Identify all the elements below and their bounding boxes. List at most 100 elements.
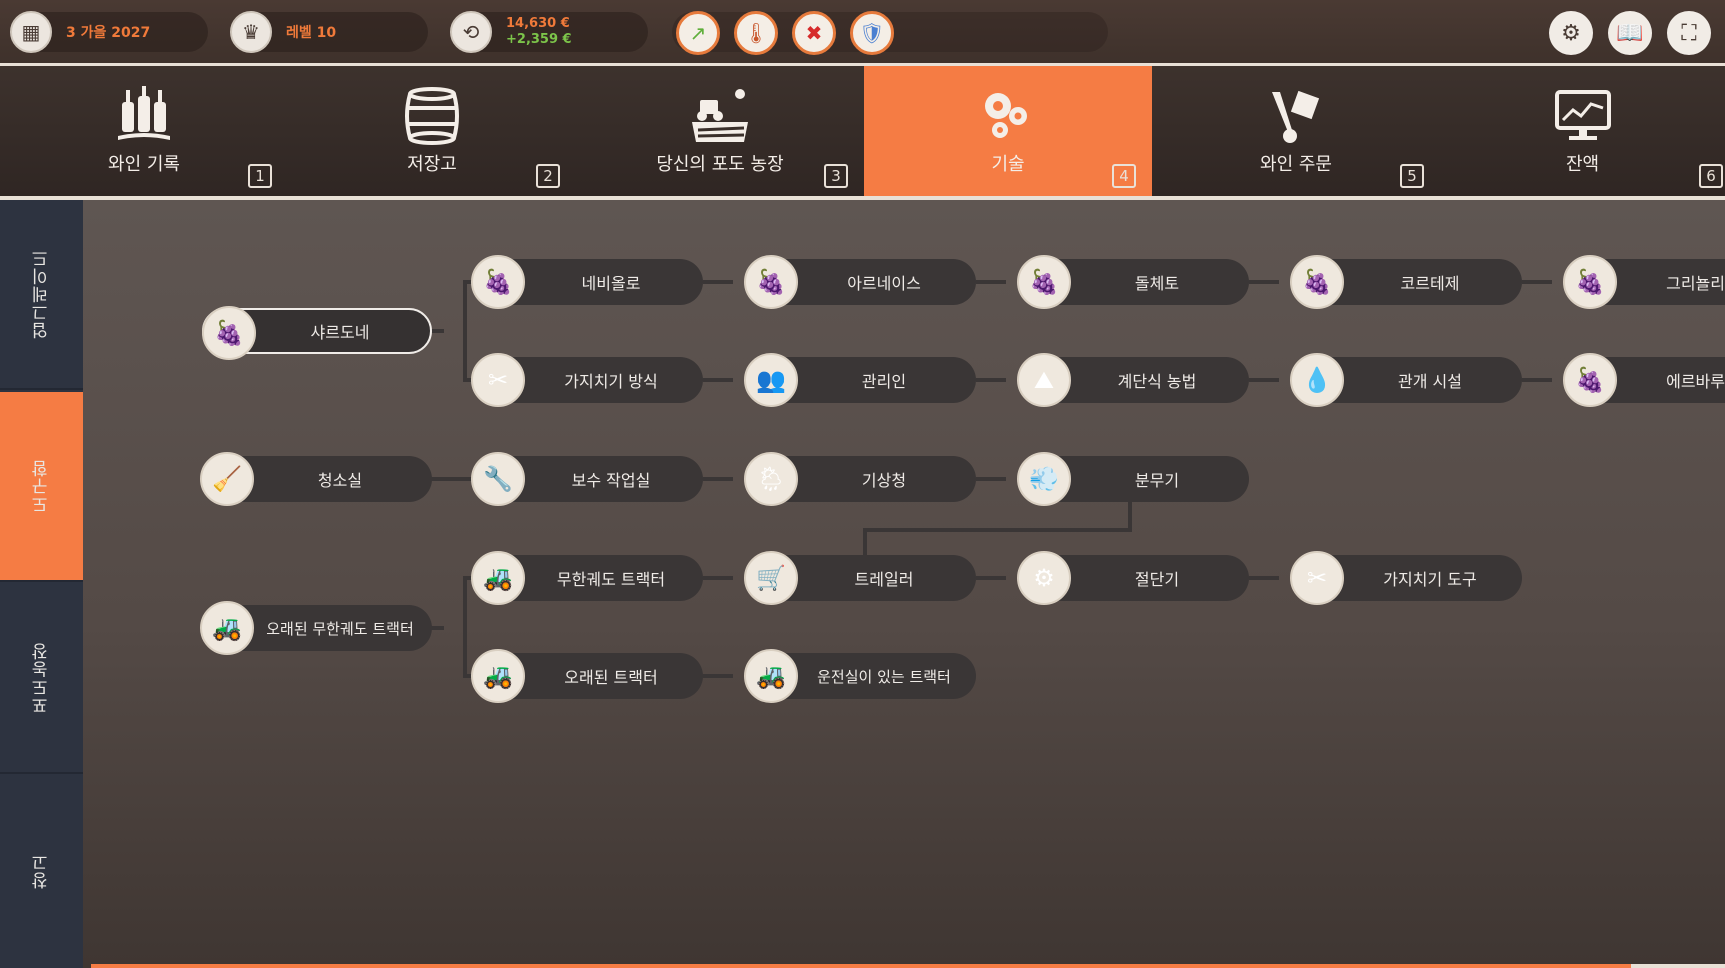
tech-node-old-tractor[interactable]: 🚜 오래된 트랙터 [471, 649, 703, 703]
cutter-icon: ⚙ [1017, 551, 1071, 605]
top-status-bar: ▦ 3 가을 2027 ♛ 레벨 10 ⟲ 14,630 € +2,359 € … [0, 0, 1725, 64]
tech-node-cortese[interactable]: 🍇 코르테제 [1290, 255, 1522, 309]
hotkey-badge: 1 [248, 164, 272, 188]
date-text: 3 가을 2027 [66, 25, 151, 41]
node-label: 네비올로 [581, 274, 641, 293]
trend-up-icon[interactable]: ↗ [676, 11, 720, 55]
node-label: 보수 작업실 [571, 471, 651, 490]
book-icon[interactable]: 📖 [1608, 11, 1652, 55]
tech-node-cleaning-room[interactable]: 🧹 청소실 [200, 452, 432, 506]
fullscreen-icon[interactable]: ⛶ [1667, 11, 1711, 55]
sidebar-item-upgrades[interactable]: 업그레이드 [0, 200, 83, 390]
scroll-progress-track [1631, 964, 1725, 968]
hotkey-badge: 2 [536, 164, 560, 188]
node-label: 가지치기 도구 [1383, 570, 1477, 589]
sub-category-sidebar: 업그레이드 도구함 포도농장 창고 [0, 200, 83, 968]
node-label: 그리뇰리 [1666, 274, 1725, 293]
sidebar-item-label: 포도농장 [32, 642, 52, 714]
sidebar-item-label: 업그레이드 [32, 249, 52, 339]
red-grape-icon: 🍇 [1563, 255, 1617, 309]
connector-line [703, 674, 733, 678]
workers-icon: 👥 [744, 353, 798, 407]
tech-node-cab-tractor[interactable]: 🚜 운전실이 있는 트랙터 [744, 649, 976, 703]
tech-node-terrace-farming[interactable]: ⛰ 계단식 농법 [1017, 353, 1249, 407]
connector-line [703, 477, 733, 481]
tab-technology[interactable]: 기술 4 [864, 66, 1152, 196]
tab-wine-records[interactable]: 와인 기록 1 [0, 66, 288, 196]
tech-node-irrigation[interactable]: 💧 관개 시설 [1290, 353, 1522, 407]
sidebar-item-warehouse[interactable]: 창고 [0, 776, 83, 966]
connector-line [1249, 576, 1279, 580]
tab-vineyard[interactable]: 당신의 포도 농장 3 [576, 66, 864, 196]
level-display: ♛ 레벨 10 [230, 11, 428, 53]
connector-line [430, 626, 444, 630]
connector-line [1522, 280, 1552, 284]
cancel-worker-icon[interactable]: ✖ [792, 11, 836, 55]
tech-node-pruning-method[interactable]: ✂ 가지치기 방식 [471, 353, 703, 407]
old-crawler-tractor-icon: 🚜 [200, 601, 254, 655]
crown-icon: ♛ [230, 11, 272, 53]
connector-line [430, 329, 444, 333]
white-grape-icon: 🍇 [744, 255, 798, 309]
scroll-progress-bar [91, 964, 1631, 968]
tech-node-repair-shop[interactable]: 🔧 보수 작업실 [471, 452, 703, 506]
tab-balance[interactable]: 잔액 6 [1440, 66, 1725, 196]
white-grape-icon: 🍇 [1563, 353, 1617, 407]
tech-node-weather-station[interactable]: 🌦 기상청 [744, 452, 976, 506]
tech-node-sprayer[interactable]: 💨 분무기 [1017, 452, 1249, 506]
node-label: 가지치기 방식 [564, 372, 658, 391]
hotkey-badge: 3 [824, 164, 848, 188]
hotkey-badge: 4 [1112, 164, 1136, 188]
money-cycle-icon: ⟲ [450, 11, 492, 53]
tech-node-chardonnay[interactable]: 🍇 샤르도네 [202, 306, 432, 360]
connector-line [976, 477, 1006, 481]
connector-line [863, 528, 1132, 532]
calendar-icon: ▦ [10, 11, 52, 53]
gear-icon[interactable]: ⚙ [1549, 11, 1593, 55]
node-label: 아르네이스 [847, 274, 921, 293]
node-label: 계단식 농법 [1117, 372, 1197, 391]
connector-line [463, 280, 467, 382]
red-grape-icon: 🍇 [1017, 255, 1071, 309]
pruning-icon: ✂ [471, 353, 525, 407]
tech-node-trailer[interactable]: 🛒 트레일러 [744, 551, 976, 605]
node-label: 절단기 [1134, 570, 1180, 589]
date-display: ▦ 3 가을 2027 [10, 11, 208, 53]
tech-node-nebbiolo[interactable]: 🍇 네비올로 [471, 255, 703, 309]
tech-node-erbaluce[interactable]: 🍇 에르바루 [1563, 353, 1725, 407]
connector-line [703, 576, 733, 580]
tab-cellar[interactable]: 저장고 2 [288, 66, 576, 196]
tab-label: 잔액 [1565, 154, 1600, 175]
crawler-tractor-icon: 🚜 [471, 551, 525, 605]
pruning-tool-icon: ✂ [1290, 551, 1344, 605]
barrel-icon [392, 84, 472, 148]
node-label: 샤르도네 [310, 323, 370, 342]
connector-line [976, 576, 1006, 580]
connector-line [1522, 378, 1552, 382]
old-tractor-icon: 🚜 [471, 649, 525, 703]
tech-node-arneis[interactable]: 🍇 아르네이스 [744, 255, 976, 309]
thermometer-icon[interactable]: 🌡 [734, 11, 778, 55]
connector-line [1128, 500, 1132, 530]
tech-node-cutter[interactable]: ⚙ 절단기 [1017, 551, 1249, 605]
cab-tractor-icon: 🚜 [744, 649, 798, 703]
tech-node-old-crawler-tractor[interactable]: 🚜 오래된 무한궤도 트랙터 [200, 601, 432, 655]
connector-line [703, 280, 733, 284]
money-total: 14,630 € [506, 16, 570, 31]
sidebar-item-vineyard[interactable]: 포도농장 [0, 584, 83, 774]
tech-node-crawler-tractor[interactable]: 🚜 무한궤도 트랙터 [471, 551, 703, 605]
sprayer-icon: 💨 [1017, 452, 1071, 506]
tab-label: 와인 주문 [1260, 154, 1332, 175]
vineyard-icon [680, 84, 760, 148]
tech-node-dolcetto[interactable]: 🍇 돌체토 [1017, 255, 1249, 309]
tech-node-pruning-tool[interactable]: ✂ 가지치기 도구 [1290, 551, 1522, 605]
node-label: 청소실 [317, 471, 363, 490]
hotkey-badge: 5 [1400, 164, 1424, 188]
terrace-icon: ⛰ [1017, 353, 1071, 407]
tab-wine-orders[interactable]: 와인 주문 5 [1152, 66, 1440, 196]
tech-node-grignolino[interactable]: 🍇 그리뇰리 [1563, 255, 1725, 309]
tech-node-manager[interactable]: 👥 관리인 [744, 353, 976, 407]
shield-icon[interactable]: 🛡 [850, 11, 894, 55]
sidebar-item-toolbox[interactable]: 도구함 [0, 392, 83, 582]
money-display: ⟲ 14,630 € +2,359 € [450, 11, 648, 53]
